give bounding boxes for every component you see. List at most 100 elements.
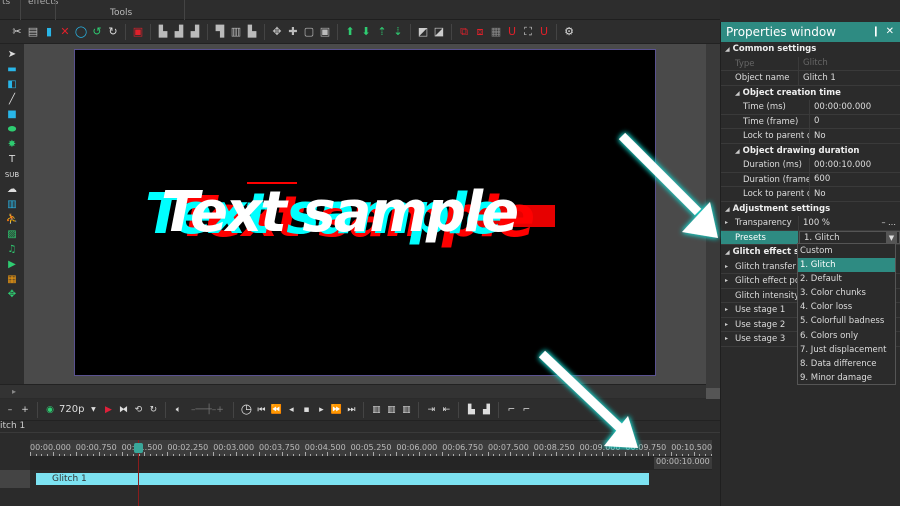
prop-value[interactable]: Glitch 1 [799,73,900,83]
timeline-ruler[interactable]: 00:00.00000:00.75000:01.50000:02.25000:0… [30,440,712,456]
video-icon[interactable]: ▶ [5,258,19,271]
preset-option[interactable]: 1. Glitch [798,258,895,273]
play-preview-icon[interactable]: ▶ [102,403,114,417]
chevron-down-icon[interactable]: ▼ [886,231,897,244]
stretch-icon[interactable]: ▢ [302,25,316,39]
expand-icon[interactable]: ▸ [725,219,728,226]
prop-lock-duration[interactable]: Lock to parent duNo [721,187,900,202]
preset-option[interactable]: 5. Colorfull badness [798,314,895,328]
tab-effects[interactable]: effects [28,0,58,7]
prop-value[interactable]: No [810,131,900,141]
preset-option[interactable]: 7. Just displacement [798,343,895,357]
expand-icon[interactable]: ▸ [725,263,728,270]
prop-duration-frames[interactable]: Duration (frames)600 [721,172,900,187]
equalizer-icon[interactable]: ▦ [5,273,19,286]
timeline-clip[interactable]: Glitch 1 [36,473,649,485]
preset-option[interactable]: 9. Minor damage [798,371,895,385]
prop-value[interactable]: 600 [810,174,900,184]
align-clip-right-icon[interactable]: ▟ [480,403,492,417]
go-end-icon[interactable]: ⏭ [345,403,357,417]
tab-fragment[interactable]: ts [2,0,10,7]
prop-value[interactable]: 00:00:00.000 [810,102,900,112]
ellipse-icon[interactable]: ⬬ [5,123,19,136]
timeline-tab[interactable]: itch 1 [0,421,720,433]
vertical-scrollbar[interactable] [706,44,720,390]
align-middle-icon[interactable]: ▥ [229,25,243,39]
pin-icon[interactable]: ❙ [872,22,880,42]
bring-forward-icon[interactable]: ⇡ [375,25,389,39]
presets-select[interactable]: 1. Glitch [799,230,900,244]
grid-icon[interactable]: ▦ [489,25,503,39]
preset-option[interactable]: 6. Colors only [798,329,895,343]
magnet-icon[interactable]: U [505,25,519,39]
more-icon[interactable]: – … [881,218,896,227]
line-icon[interactable]: ╱ [5,93,19,106]
snap-grid-icon[interactable]: ⧈ [473,25,487,39]
cut-icon[interactable]: ✂ [10,25,24,39]
delete-icon[interactable]: ✕ [58,25,72,39]
prop-value[interactable]: 00:00:10.000 [810,160,900,170]
expand-icon[interactable]: ▸ [725,306,728,313]
audio-icon[interactable]: ♫ [5,243,19,256]
preset-option[interactable]: 3. Color chunks [798,286,895,300]
bounds-icon[interactable]: ⛶ [521,25,535,39]
snap-clip-icon[interactable]: ⌐ [505,403,517,417]
marker-out-icon[interactable]: ⇤ [440,403,452,417]
layers-icon[interactable]: ▬ [5,63,19,76]
prop-time-ms[interactable]: Time (ms) 00:00:00.000 [721,100,900,115]
preset-option[interactable]: 4. Color loss [798,300,895,314]
section-drawing-duration[interactable]: ◢ Object drawing duration [721,143,900,158]
section-adjustment[interactable]: ◢ Adjustment settings [721,201,900,216]
send-backward-icon[interactable]: ⇣ [391,25,405,39]
eye-icon[interactable]: ◉ [44,403,56,417]
align-bottom-icon[interactable]: ▙ [245,25,259,39]
undo-icon[interactable]: ↺ [90,25,104,39]
align-center-icon[interactable]: ▟ [172,25,186,39]
subtitle-icon[interactable]: SUB [5,168,19,181]
prop-object-name[interactable]: Object name Glitch 1 [721,71,900,86]
clock-icon[interactable]: ◷ [240,402,252,417]
circle-icon[interactable]: ◯ [74,25,88,39]
group-icon[interactable]: ◩ [416,25,430,39]
marker-in-icon[interactable]: ⇥ [425,403,437,417]
align-clip-left-icon[interactable]: ▙ [465,403,477,417]
expand-icon[interactable]: ▸ [725,277,728,284]
fit-icon[interactable]: ▣ [318,25,332,39]
expand-icon[interactable]: ▸ [725,335,728,342]
repeat-icon[interactable]: ↻ [147,403,159,417]
section-common-settings[interactable]: ◢ Common settings [721,42,900,57]
step-forward-icon[interactable]: ▸ [315,403,327,417]
preset-option[interactable]: 2. Default [798,272,895,286]
zoom-out-icon[interactable]: – [4,403,16,417]
shape-icon[interactable]: ✸ [5,138,19,151]
snap-clip2-icon[interactable]: ⌐ [520,403,532,417]
prop-value[interactable]: 0 [810,116,900,126]
align-right-icon[interactable]: ▟ [188,25,202,39]
scroll-left-icon[interactable]: ▸ [12,387,16,396]
preset-option[interactable]: 8. Data difference [798,357,895,371]
fast-forward-icon[interactable]: ⏩ [330,403,342,417]
callout-icon[interactable]: ☁ [5,183,19,196]
select-all-icon[interactable]: ▣ [131,25,145,39]
prop-lock-creation[interactable]: Lock to parent duNo [721,129,900,144]
preset-option[interactable]: Custom [798,244,895,258]
text-icon[interactable]: T [5,153,19,166]
layers2-icon[interactable]: ◧ [5,78,19,91]
copy-icon[interactable]: ▤ [26,25,40,39]
split-icon[interactable]: ▥ [370,403,382,417]
playhead-handle[interactable] [134,443,143,453]
snap-icon[interactable]: ⧉ [457,25,471,39]
step-back-icon[interactable]: ◂ [285,403,297,417]
rewind-icon[interactable]: ⏪ [270,403,282,417]
animation-icon[interactable]: ⛹ [5,213,19,226]
horizontal-scrollbar[interactable]: ▸ [0,384,706,398]
paste-icon[interactable]: ▮ [42,25,56,39]
loop-icon[interactable]: ⟲ [132,403,144,417]
join-icon[interactable]: ▥ [400,403,412,417]
preview-stage[interactable]: Text sample Text sample Text sample [74,49,656,376]
ungroup-icon[interactable]: ◪ [432,25,446,39]
chevron-down-icon[interactable]: ▼ [87,403,99,417]
prop-value[interactable]: No [810,189,900,199]
magnet2-icon[interactable]: U [537,25,551,39]
chart-icon[interactable]: ▥ [5,198,19,211]
